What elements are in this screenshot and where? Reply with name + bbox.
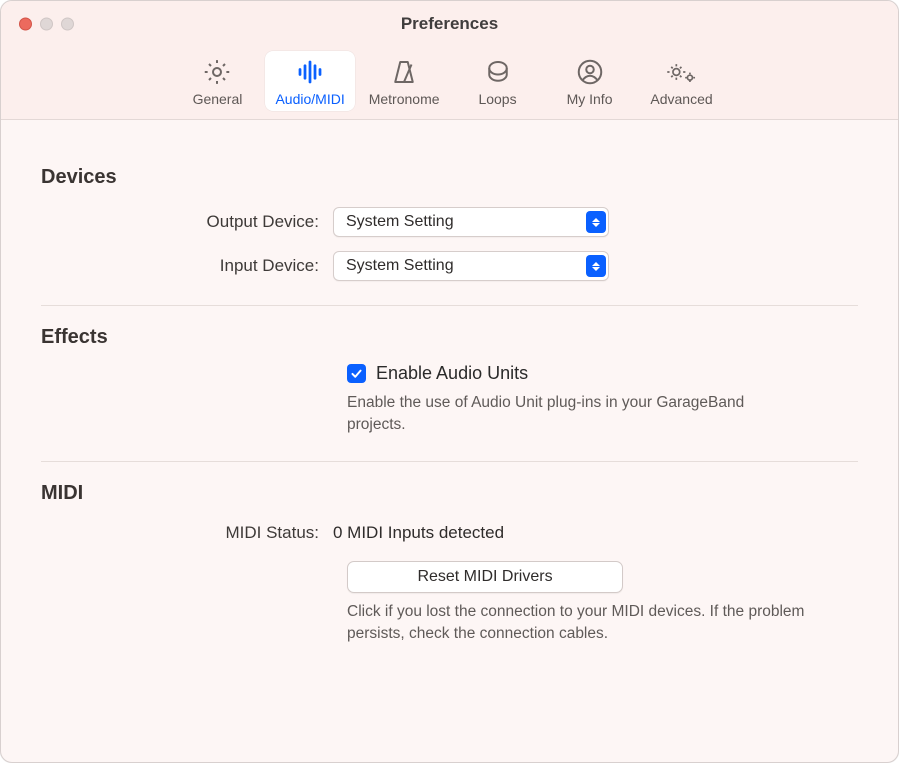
loop-icon <box>483 57 513 87</box>
enable-audio-units-row: Enable Audio Units <box>347 363 858 384</box>
input-device-row: Input Device: System Setting <box>41 251 858 281</box>
enable-audio-units-help: Enable the use of Audio Unit plug-ins in… <box>347 392 767 437</box>
input-device-value: System Setting <box>346 257 454 275</box>
midi-status-label: MIDI Status: <box>41 523 333 543</box>
reset-midi-help: Click if you lost the connection to your… <box>347 601 837 646</box>
tab-metronome[interactable]: Metronome <box>359 51 450 111</box>
reset-midi-drivers-button[interactable]: Reset MIDI Drivers <box>347 561 623 593</box>
audio-waveform-icon <box>295 57 325 87</box>
zoom-icon[interactable] <box>61 18 74 31</box>
tab-advanced[interactable]: Advanced <box>638 51 726 111</box>
enable-audio-units-label: Enable Audio Units <box>376 363 528 384</box>
section-header-effects: Effects <box>41 326 858 349</box>
tab-label: Loops <box>478 91 516 107</box>
gears-icon <box>665 57 699 87</box>
window-title: Preferences <box>1 14 898 34</box>
tab-audio-midi[interactable]: Audio/MIDI <box>265 51 354 111</box>
divider <box>41 305 858 306</box>
traffic-lights <box>19 18 74 31</box>
output-device-value: System Setting <box>346 213 454 231</box>
tab-general[interactable]: General <box>173 51 261 111</box>
midi-status-row: MIDI Status: 0 MIDI Inputs detected <box>41 523 858 543</box>
content-area: Devices Output Device: System Setting In… <box>1 120 898 676</box>
input-device-popup[interactable]: System Setting <box>333 251 609 281</box>
tab-loops[interactable]: Loops <box>454 51 542 111</box>
section-header-devices: Devices <box>41 166 858 189</box>
output-device-label: Output Device: <box>41 212 333 232</box>
reset-midi-drivers-label: Reset MIDI Drivers <box>417 568 552 586</box>
preferences-window: Preferences General <box>0 0 899 763</box>
midi-status-value: 0 MIDI Inputs detected <box>333 523 504 542</box>
close-icon[interactable] <box>19 18 32 31</box>
person-circle-icon <box>575 57 605 87</box>
tab-label: General <box>193 91 243 107</box>
enable-audio-units-checkbox[interactable] <box>347 364 366 383</box>
gear-icon <box>202 57 232 87</box>
tab-label: My Info <box>567 91 613 107</box>
input-device-label: Input Device: <box>41 256 333 276</box>
toolbar: General Audio/MIDI Metron <box>1 47 898 120</box>
tab-label: Advanced <box>650 91 712 107</box>
output-device-popup[interactable]: System Setting <box>333 207 609 237</box>
section-header-midi: MIDI <box>41 482 858 505</box>
titlebar: Preferences <box>1 1 898 47</box>
minimize-icon[interactable] <box>40 18 53 31</box>
divider <box>41 461 858 462</box>
output-device-row: Output Device: System Setting <box>41 207 858 237</box>
tab-my-info[interactable]: My Info <box>546 51 634 111</box>
metronome-icon <box>389 57 419 87</box>
tab-label: Metronome <box>369 91 440 107</box>
popup-stepper-icon <box>586 255 606 277</box>
popup-stepper-icon <box>586 211 606 233</box>
tab-label: Audio/MIDI <box>275 91 344 107</box>
